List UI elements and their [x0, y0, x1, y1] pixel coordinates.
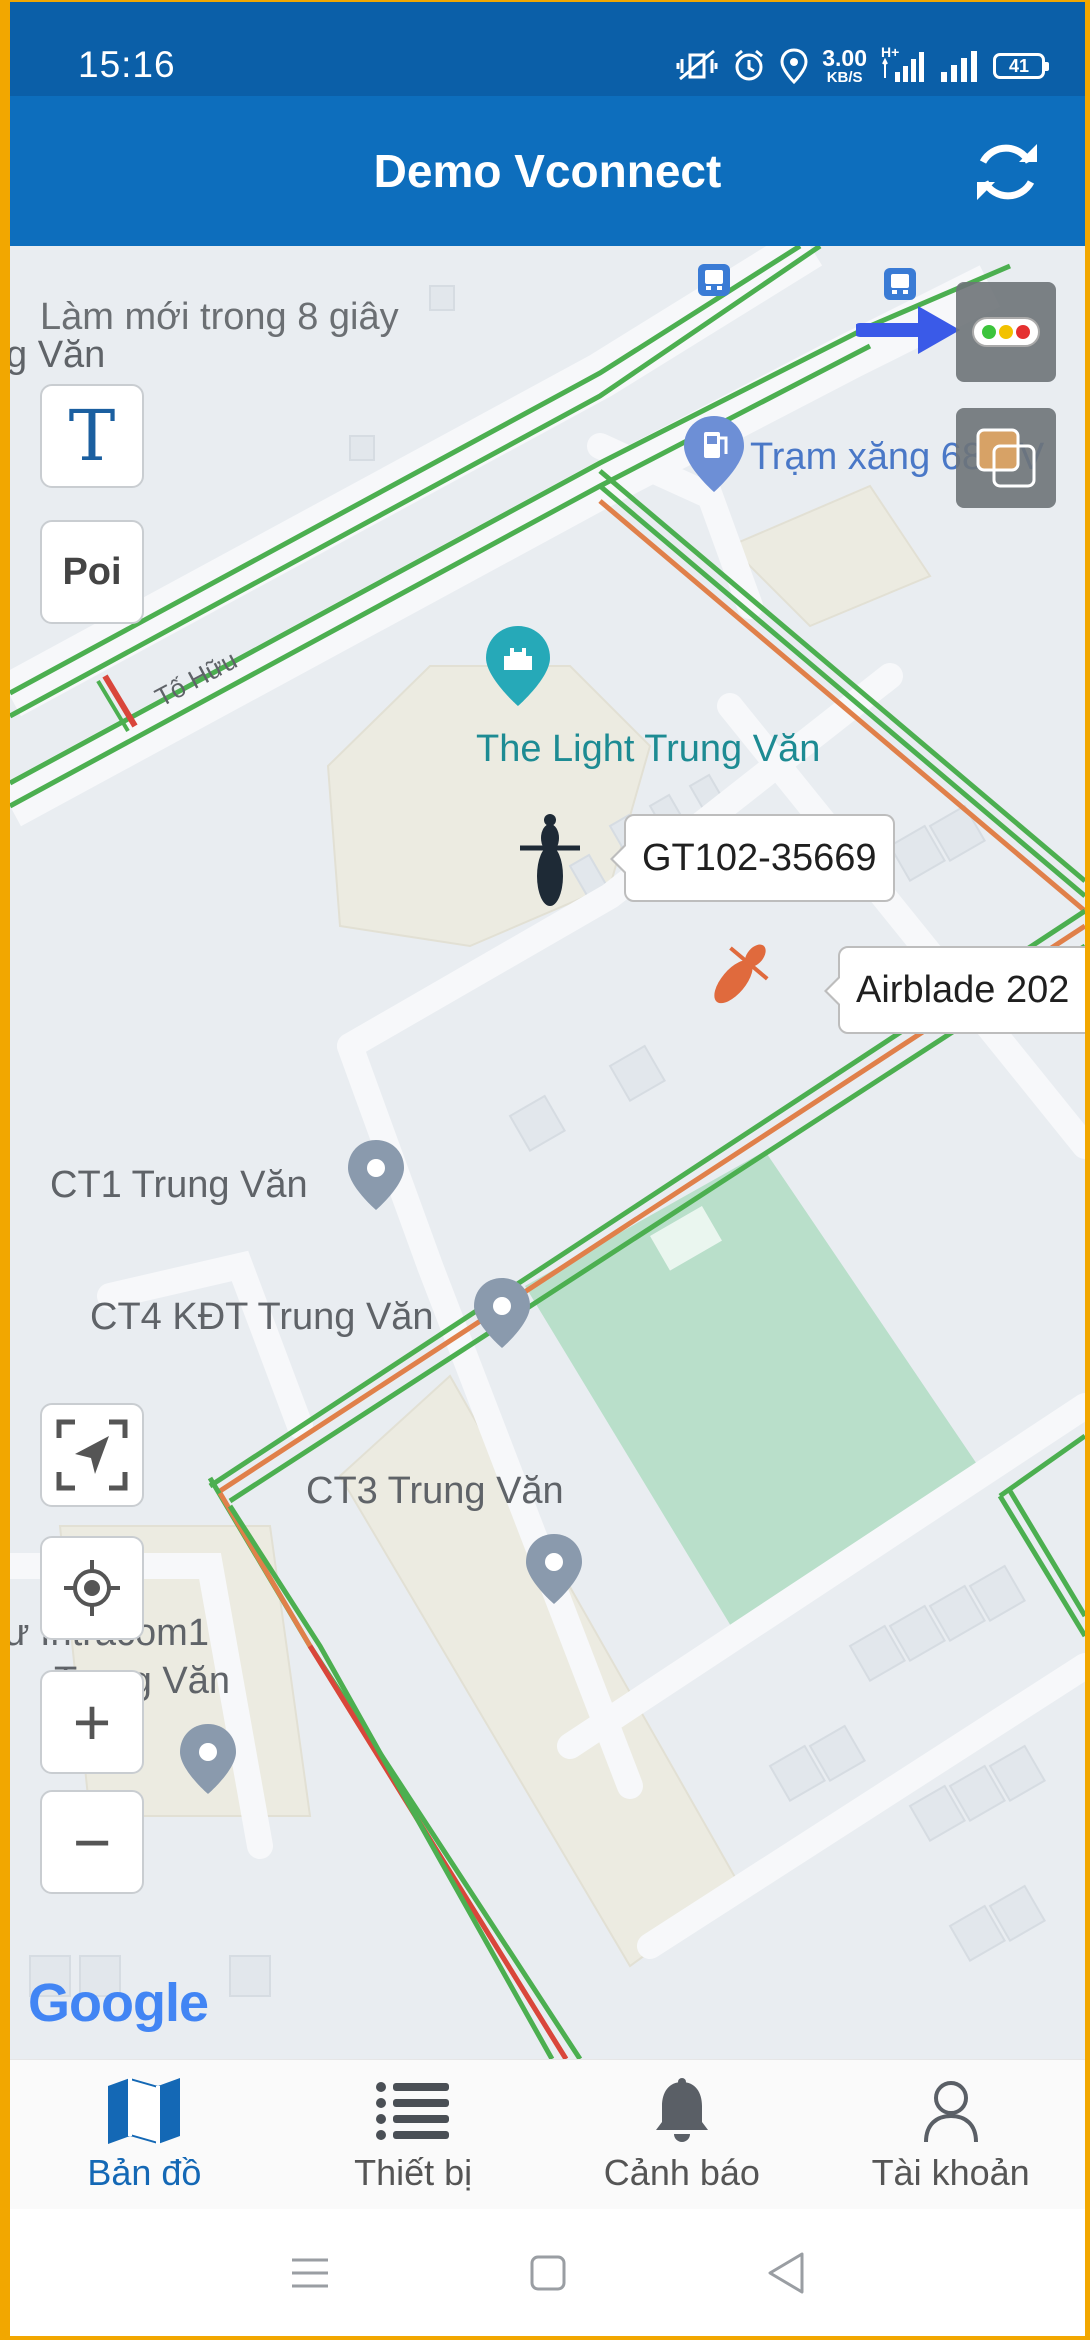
nav-item-alerts[interactable]: Cảnh báo — [548, 2060, 817, 2209]
map-type-button[interactable] — [956, 408, 1056, 508]
vehicle-callout[interactable]: Airblade 202 — [824, 946, 1085, 1034]
nav-item-map[interactable]: Bản đồ — [10, 2060, 279, 2209]
nav-label: Tài khoản — [871, 2152, 1030, 2193]
location-icon — [780, 48, 808, 84]
traffic-light-icon — [972, 317, 1040, 347]
network-speed: 3.00 KB/S — [822, 45, 867, 86]
google-attribution: Google — [28, 1973, 209, 2033]
user-icon — [911, 2074, 991, 2148]
nav-item-account[interactable]: Tài khoản — [816, 2060, 1085, 2209]
refresh-button[interactable] — [967, 132, 1047, 212]
alarm-icon — [735, 49, 764, 81]
status-time: 15:16 — [78, 44, 176, 85]
vehicle-callout[interactable]: GT102-35669 — [610, 814, 895, 902]
map-icon — [104, 2074, 184, 2148]
nav-label: Bản đồ — [87, 2152, 202, 2193]
vibrate-icon — [676, 49, 718, 81]
landmark-label: The Light Trung Văn — [476, 728, 821, 770]
app-title: Demo Vconnect — [373, 145, 722, 197]
text-toggle-button[interactable]: T — [40, 384, 144, 488]
signal-bars-icon — [882, 52, 924, 82]
nav-item-devices[interactable]: Thiết bị — [279, 2060, 548, 2209]
poi-toggle-button[interactable]: Poi — [40, 520, 144, 624]
bus-stop-icon — [884, 268, 916, 300]
park-area — [525, 1151, 985, 1641]
map-view[interactable]: Làm mới trong 8 giây g Văn Trạm xăng 68 … — [10, 246, 1085, 2059]
battery-indicator: 41 — [993, 53, 1049, 79]
fit-bounds-icon — [56, 1419, 128, 1491]
phone-screen: 15:16 3.00 KB/S H+ 41 Demo Vconnect Làm … — [10, 2, 1085, 2336]
vehicle-plate: GT102-35669 — [642, 836, 877, 879]
map-layers-icon — [976, 428, 1036, 488]
bell-icon — [642, 2074, 722, 2148]
map-base — [10, 246, 1085, 2059]
status-bar: 15:16 3.00 KB/S H+ 41 — [10, 2, 1085, 96]
system-navigation-bar — [10, 2209, 1085, 2336]
motorbike-marker-orange — [714, 944, 769, 1004]
bottom-navigation: Bản đồ Thiết bị Cảnh báo Tài khoản — [10, 2059, 1085, 2209]
nav-label: Thiết bị — [354, 2152, 473, 2193]
my-location-button[interactable] — [40, 1536, 144, 1640]
app-bar: Demo Vconnect — [10, 96, 1085, 246]
text-icon: T — [68, 395, 116, 477]
status-icons: 3.00 KB/S H+ 41 — [676, 44, 1049, 86]
street-fragment-label: g Văn — [10, 334, 106, 376]
bus-stop-icon — [698, 264, 730, 296]
my-location-icon — [64, 1560, 120, 1616]
poi-label: Poi — [62, 550, 122, 593]
ct1-label: CT1 Trung Văn — [50, 1164, 308, 1206]
vehicle-name: Airblade 202 — [856, 968, 1070, 1011]
ct4-label: CT4 KĐT Trung Văn — [90, 1296, 434, 1338]
back-icon[interactable] — [766, 2251, 806, 2295]
home-icon[interactable] — [530, 2255, 566, 2291]
plus-icon: + — [72, 1685, 112, 1759]
traffic-toggle-button[interactable] — [956, 282, 1056, 382]
refresh-countdown: Làm mới trong 8 giây — [40, 296, 399, 338]
ct3-label: CT3 Trung Văn — [306, 1470, 564, 1512]
refresh-icon — [977, 144, 1037, 200]
arrow-pointer-icon — [856, 306, 960, 354]
signal-bars-2-icon — [941, 51, 977, 82]
fit-bounds-button[interactable] — [40, 1403, 144, 1507]
recent-apps-icon[interactable] — [290, 2256, 330, 2290]
list-icon — [373, 2074, 453, 2148]
signal-h-plus: H+ — [881, 44, 925, 84]
minus-icon: − — [72, 1805, 112, 1879]
zoom-out-button[interactable]: − — [40, 1790, 144, 1894]
nav-label: Cảnh báo — [603, 2152, 760, 2193]
zoom-in-button[interactable]: + — [40, 1670, 144, 1774]
